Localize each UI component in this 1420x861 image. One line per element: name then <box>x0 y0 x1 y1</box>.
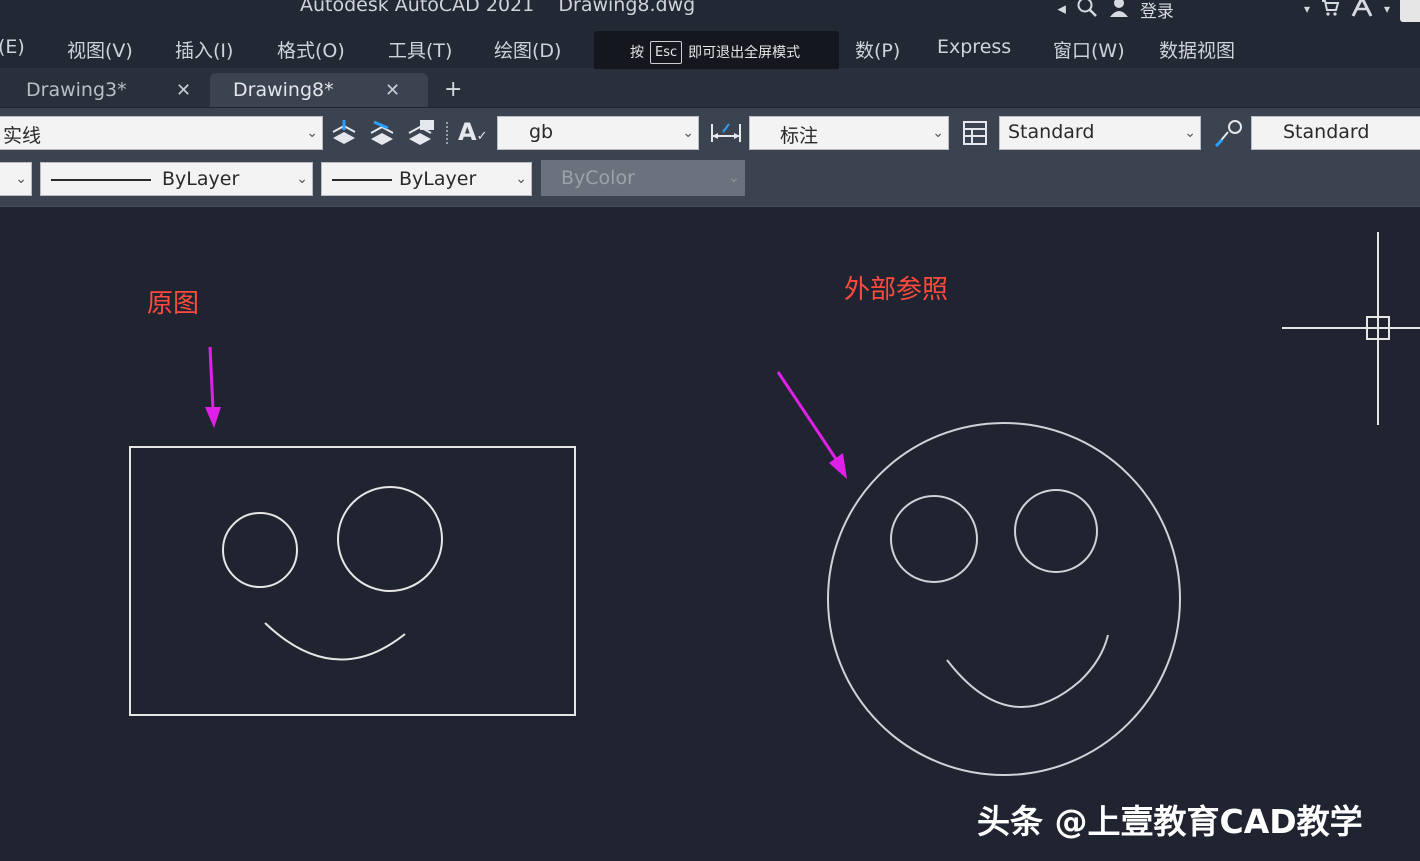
combo-value: Standard <box>1008 121 1095 143</box>
arrow-original-head <box>205 407 221 428</box>
tab-label: Drawing3* <box>26 79 127 101</box>
original-rectangle <box>129 446 576 716</box>
lineweight-combo[interactable]: ByLayer ⌄ <box>321 162 532 196</box>
esc-tip-pre: 按 <box>630 45 644 61</box>
text-style-icon[interactable]: A✓ <box>458 118 487 146</box>
esc-key-badge: Esc <box>650 40 683 64</box>
combo-value: ByColor <box>561 167 635 189</box>
close-icon[interactable]: ✕ <box>176 80 191 101</box>
tab-label: Drawing8* <box>233 79 334 101</box>
help-icon[interactable] <box>1400 0 1420 22</box>
menu-parametric[interactable]: 数(P) <box>855 36 900 63</box>
plotstyle-combo: ByColor ⌄ <box>541 160 745 196</box>
combo-value: 标注 <box>780 125 819 147</box>
styles-toolbar: 实线 ⌄ A✓ gb ⌄ 标注 ⌄ Standard ⌄ Standard <box>0 108 1420 158</box>
layer-states-icon[interactable] <box>330 118 358 153</box>
xref-drawing <box>827 422 1181 776</box>
chevron-down-icon: ⌄ <box>682 125 694 141</box>
color-combo[interactable]: ⌄ <box>0 162 32 196</box>
chevron-down-icon: ⌄ <box>932 125 944 141</box>
cart-icon[interactable] <box>1320 0 1340 22</box>
window-title: Autodesk AutoCAD 2021 Drawing8.dwg <box>300 0 695 16</box>
combo-value: 实线 <box>3 125 42 147</box>
user-icon[interactable] <box>1108 0 1130 23</box>
dimension-style-combo[interactable]: 标注 ⌄ <box>749 116 949 150</box>
text-style-combo[interactable]: gb ⌄ <box>497 116 699 150</box>
chevron-down-icon: ⌄ <box>515 171 527 187</box>
tab-drawing3[interactable]: Drawing3* ✕ <box>0 73 210 107</box>
linetype-preview-line <box>51 179 151 181</box>
dropdown-icon[interactable]: ▾ <box>1304 2 1310 16</box>
arrow-original-shaft <box>208 346 215 411</box>
toolbar-grip[interactable] <box>446 122 452 144</box>
login-button[interactable]: 登录 <box>1140 0 1174 22</box>
combo-value: Standard <box>1283 121 1370 143</box>
combo-value: ByLayer <box>399 168 477 190</box>
label-external-reference: 外部参照 <box>844 275 949 305</box>
table-style-combo[interactable]: Standard ⌄ <box>999 116 1201 150</box>
chevron-down-icon: ⌄ <box>1184 125 1196 141</box>
new-tab-plus-icon[interactable]: + <box>444 77 462 102</box>
file-tab-bar: Drawing3* ✕ Drawing8* ✕ + <box>0 69 1420 107</box>
model-space <box>129 232 1420 776</box>
search-icon[interactable] <box>1076 0 1098 23</box>
dropdown-icon[interactable]: ▾ <box>1384 2 1390 16</box>
arrow-xref-head <box>829 453 847 479</box>
properties-toolbar: ⌄ ByLayer ⌄ ByLayer ⌄ ByColor ⌄ <box>0 158 1420 207</box>
titlebar-tools: ◂ 登录 ▾ ▾ <box>1057 0 1420 22</box>
menu-express[interactable]: Express <box>937 36 1011 58</box>
chevron-down-icon: ⌄ <box>296 171 308 187</box>
watermark-text: 头条 @上壹教育CAD教学 <box>977 802 1363 841</box>
chevron-down-icon: ⌄ <box>728 170 740 186</box>
close-icon[interactable]: ✕ <box>385 80 400 101</box>
original-left-eye <box>222 512 298 588</box>
table-style-icon[interactable] <box>962 120 990 151</box>
esc-tip-post: 即可退出全屏模式 <box>688 45 801 61</box>
file-name: Drawing8.dwg <box>558 0 696 16</box>
multileader-style-icon[interactable] <box>1214 118 1246 153</box>
label-original: 原图 <box>147 289 200 319</box>
original-smile <box>264 622 406 661</box>
title-bar: Autodesk AutoCAD 2021 Drawing8.dwg ◂ 登录 … <box>0 0 1420 28</box>
dimension-style-icon[interactable] <box>709 120 743 151</box>
original-drawing <box>129 446 576 716</box>
menu-view[interactable]: 视图(V) <box>67 36 133 63</box>
nav-back-icon[interactable]: ◂ <box>1057 0 1066 19</box>
chevron-down-icon: ⌄ <box>15 171 27 187</box>
autodesk-a360-icon[interactable] <box>1350 0 1374 23</box>
linetype-combo[interactable]: ByLayer ⌄ <box>40 162 313 196</box>
chevron-down-icon: ⌄ <box>306 125 318 141</box>
layer-match-icon[interactable] <box>368 118 396 153</box>
layer-previous-icon[interactable] <box>406 118 436 153</box>
lineweight-preview-line <box>332 179 392 181</box>
menu-format[interactable]: 格式(O) <box>277 36 345 63</box>
menu-window[interactable]: 窗口(W) <box>1053 36 1125 63</box>
combo-value: gb <box>529 121 554 143</box>
linetype-style-combo[interactable]: 实线 ⌄ <box>0 116 323 150</box>
crosshair-cursor <box>1282 232 1420 425</box>
xref-smile <box>946 634 1109 709</box>
drawing-canvas[interactable]: 原图 外部参照 <box>0 207 1420 861</box>
multileader-style-combo[interactable]: Standard <box>1251 116 1420 150</box>
menu-draw[interactable]: 绘图(D) <box>494 36 561 63</box>
xref-face-circle <box>827 422 1181 776</box>
app-name: Autodesk AutoCAD 2021 <box>300 0 535 16</box>
fullscreen-esc-tooltip: 按 Esc 即可退出全屏模式 <box>594 31 839 73</box>
xref-right-eye <box>1014 489 1098 573</box>
tab-drawing8[interactable]: Drawing8* ✕ <box>210 73 428 107</box>
arrow-xref-shaft <box>776 371 840 463</box>
original-right-eye <box>337 486 443 592</box>
menu-tools[interactable]: 工具(T) <box>388 36 452 63</box>
annotation-arrows <box>205 346 847 479</box>
combo-value: ByLayer <box>162 168 240 190</box>
xref-left-eye <box>890 495 978 583</box>
menu-edit[interactable]: (E) <box>0 36 25 58</box>
menu-data-view[interactable]: 数据视图 <box>1159 36 1235 63</box>
menu-insert[interactable]: 插入(I) <box>175 36 233 63</box>
